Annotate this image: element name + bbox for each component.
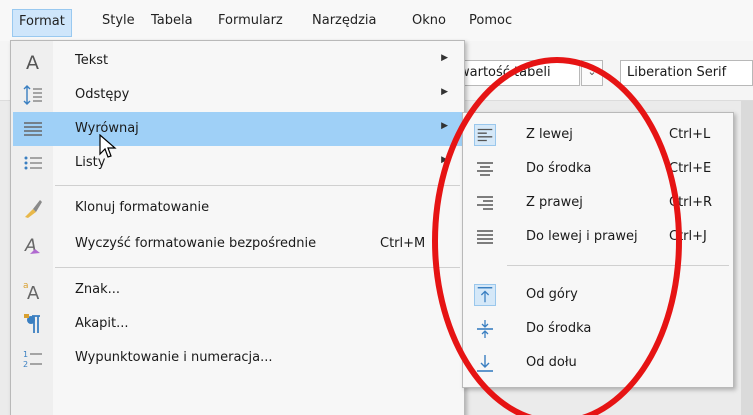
align-submenu: Z lewej Ctrl+L Do środka Ctrl+E Z prawej…	[462, 112, 734, 388]
format-menu: A Tekst ▶ Odstępy ▶ Wyrównaj ▶ Listy ▶ K…	[10, 40, 465, 415]
chevron-right-icon: ▶	[441, 53, 448, 63]
menu-separator	[55, 267, 460, 268]
menu-okno[interactable]: Okno	[406, 9, 452, 37]
align-center-icon	[477, 162, 493, 176]
menu-formularz[interactable]: Formularz	[212, 9, 289, 37]
menu-item-label: Znak...	[75, 282, 121, 297]
menu-item-tekst[interactable]: A Tekst ▶	[13, 44, 462, 78]
chevron-right-icon: ▶	[441, 155, 448, 165]
menu-item-label: Klonuj formatowanie	[75, 200, 210, 215]
menu-item-label: Odstępy	[75, 87, 130, 102]
submenu-item-z-lewej[interactable]: Z lewej Ctrl+L	[465, 119, 731, 151]
menu-narzedzia[interactable]: Narzędzia	[306, 9, 383, 37]
align-justify-icon	[477, 230, 493, 244]
character-icon: A a	[23, 281, 40, 302]
submenu-item-do-lewej-i-prawej[interactable]: Do lewej i prawej Ctrl+J	[465, 221, 731, 253]
svg-text:a: a	[23, 281, 29, 291]
menu-item-znak[interactable]: A a Znak...	[13, 273, 462, 307]
submenu-item-do-srodka[interactable]: Do środka Ctrl+E	[465, 153, 731, 185]
align-top-icon	[474, 284, 496, 306]
spacing-icon	[23, 85, 42, 105]
menu-item-shortcut: Ctrl+M	[380, 236, 426, 251]
submenu-item-od-gory[interactable]: Od góry	[465, 279, 731, 311]
font-name-field[interactable]: Liberation Serif	[620, 60, 753, 86]
align-middle-icon	[477, 320, 493, 338]
text-a-icon: A	[26, 52, 39, 73]
submenu-item-shortcut: Ctrl+J	[669, 229, 707, 244]
menu-pomoc[interactable]: Pomoc	[463, 9, 518, 37]
submenu-item-od-dolu[interactable]: Od dołu	[465, 347, 731, 379]
menu-item-wypunktowanie[interactable]: 1 2 Wypunktowanie i numeracja...	[13, 341, 462, 375]
svg-text:A: A	[27, 283, 40, 302]
submenu-item-z-prawej[interactable]: Z prawej Ctrl+R	[465, 187, 731, 219]
menu-item-odstepy[interactable]: Odstępy ▶	[13, 78, 462, 112]
menu-item-label: Tekst	[75, 53, 109, 68]
submenu-item-label: Z prawej	[526, 195, 583, 210]
submenu-item-do-srodka-pion[interactable]: Do środka	[465, 313, 731, 345]
bullets-numbering-icon: 1 2	[23, 350, 42, 369]
submenu-item-shortcut: Ctrl+L	[669, 127, 711, 142]
menu-item-label: Wypunktowanie i numeracja...	[75, 350, 273, 365]
clear-formatting-icon: A	[24, 236, 40, 256]
menu-separator	[55, 185, 460, 186]
submenu-item-shortcut: Ctrl+E	[669, 161, 712, 176]
menu-item-wyczysc-formatowanie[interactable]: A Wyczyść formatowanie bezpośrednie Ctrl…	[13, 227, 462, 261]
paragraph-style-field[interactable]: wartość tabeli	[452, 60, 580, 86]
scrollbar[interactable]	[741, 101, 753, 415]
svg-text:2: 2	[23, 360, 28, 369]
menu-item-wyrownaj[interactable]: Wyrównaj ▶	[13, 112, 462, 146]
menu-item-label: Akapit...	[75, 316, 129, 331]
submenu-item-label: Do środka	[526, 321, 592, 336]
svg-text:1: 1	[23, 350, 28, 359]
align-left-icon	[474, 124, 496, 146]
menu-bar: Format Style Tabela Formularz Narzędzia …	[0, 0, 753, 41]
submenu-item-shortcut: Ctrl+R	[669, 195, 713, 210]
align-bottom-icon	[477, 355, 493, 372]
menu-format[interactable]: Format	[12, 9, 72, 37]
svg-text:A: A	[26, 52, 39, 73]
clone-formatting-icon	[25, 200, 42, 218]
menu-item-label: Wyczyść formatowanie bezpośrednie	[75, 236, 317, 251]
chevron-down-icon: ⌄	[587, 65, 597, 78]
submenu-item-label: Z lewej	[526, 127, 573, 142]
menu-item-listy[interactable]: Listy ▶	[13, 146, 462, 180]
chevron-right-icon: ▶	[441, 87, 448, 97]
chevron-right-icon: ▶	[441, 121, 448, 131]
menu-style[interactable]: Style	[96, 9, 141, 37]
list-icon	[24, 156, 42, 170]
menu-item-akapit[interactable]: Akapit...	[13, 307, 462, 341]
paragraph-icon	[24, 314, 40, 333]
submenu-item-label: Do środka	[526, 161, 592, 176]
submenu-item-label: Od góry	[526, 287, 578, 302]
menu-item-klonuj-formatowanie[interactable]: Klonuj formatowanie	[13, 191, 462, 225]
menu-tabela[interactable]: Tabela	[145, 9, 199, 37]
paragraph-style-dropdown[interactable]: ⌄	[581, 60, 603, 86]
submenu-separator	[507, 265, 729, 266]
submenu-item-label: Od dołu	[526, 355, 577, 370]
submenu-item-label: Do lewej i prawej	[526, 229, 638, 244]
align-right-icon	[477, 196, 493, 210]
align-justify-icon	[24, 122, 42, 136]
mouse-pointer-icon	[99, 134, 117, 158]
